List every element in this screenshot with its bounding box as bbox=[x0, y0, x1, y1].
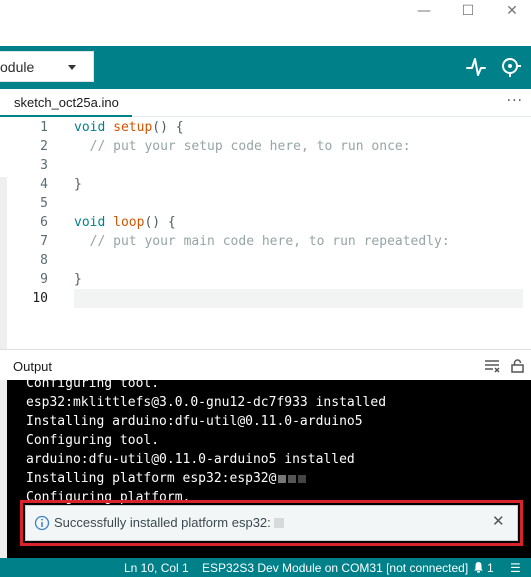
console-line: Configuring tool. bbox=[26, 380, 160, 391]
notification-message: Successfully installed platform esp32: bbox=[54, 515, 271, 530]
scroll-lock-icon[interactable] bbox=[510, 359, 526, 373]
redacted-text bbox=[274, 518, 284, 528]
notification-toast: Successfully installed platform esp32: ✕ bbox=[25, 505, 518, 541]
clear-output-icon[interactable] bbox=[484, 359, 500, 373]
line-number-gutter: 1 2 3 4 5 6 7 8 9 10 bbox=[0, 117, 72, 349]
serial-monitor-icon[interactable] bbox=[500, 56, 522, 78]
window-title-bar: — ☐ ✕ bbox=[0, 0, 531, 46]
line-number: 6 bbox=[40, 215, 48, 230]
board-status[interactable]: ESP32S3 Dev Module on COM31 [not connect… bbox=[202, 561, 468, 575]
board-selector-dropdown[interactable]: odule bbox=[0, 51, 94, 82]
maximize-button[interactable]: ☐ bbox=[448, 0, 488, 22]
minimize-button[interactable]: — bbox=[404, 0, 444, 22]
more-tabs-icon[interactable]: ··· bbox=[507, 93, 523, 109]
close-window-button[interactable]: ✕ bbox=[492, 0, 531, 22]
code-line: void loop() { bbox=[74, 215, 176, 230]
code-line: } bbox=[74, 272, 82, 287]
code-editor[interactable]: 1 2 3 4 5 6 7 8 9 10 void setup() { // p… bbox=[0, 117, 531, 349]
console-line: arduino:dfu-util@0.11.0-arduino5 install… bbox=[26, 452, 355, 467]
line-number: 4 bbox=[40, 177, 48, 192]
code-line: } bbox=[74, 177, 82, 192]
console-line: Installing platform esp32:esp32@ bbox=[26, 471, 307, 486]
close-notification-button[interactable]: ✕ bbox=[492, 512, 505, 530]
console-line: esp32:mklittlefs@3.0.0-gnu12-dc7f933 ins… bbox=[26, 395, 387, 410]
code-line: // put your main code here, to run repea… bbox=[89, 234, 450, 249]
console-line: Installing arduino:dfu-util@0.11.0-ardui… bbox=[26, 414, 363, 429]
editor-tab-bar: sketch_oct25a.ino ··· bbox=[0, 89, 531, 117]
output-title: Output bbox=[13, 359, 53, 374]
line-number: 5 bbox=[40, 196, 48, 211]
status-bar: Ln 10, Col 1 ESP32S3 Dev Module on COM31… bbox=[0, 558, 531, 577]
line-number: 10 bbox=[32, 291, 48, 306]
editor-scrollbar[interactable] bbox=[523, 117, 531, 349]
output-panel-header: Output bbox=[0, 349, 531, 380]
notification-bell-icon[interactable] bbox=[473, 561, 484, 573]
line-number: 7 bbox=[40, 234, 48, 249]
serial-plotter-icon[interactable] bbox=[465, 56, 487, 78]
console-line: Configuring tool. bbox=[26, 433, 160, 448]
code-line: void setup() { bbox=[74, 120, 184, 135]
line-number: 2 bbox=[40, 139, 48, 154]
line-number: 1 bbox=[40, 120, 48, 135]
notification-count: 1 bbox=[487, 561, 494, 575]
tab-sketch[interactable]: sketch_oct25a.ino bbox=[0, 89, 132, 117]
chevron-down-icon bbox=[68, 65, 76, 70]
current-line-highlight bbox=[74, 289, 524, 308]
sidebar-edge bbox=[0, 380, 7, 558]
cursor-position[interactable]: Ln 10, Col 1 bbox=[124, 561, 189, 575]
line-number: 9 bbox=[40, 272, 48, 287]
board-selector-label: odule bbox=[0, 59, 35, 75]
code-line: // put your setup code here, to run once… bbox=[89, 139, 411, 154]
line-number: 3 bbox=[40, 158, 48, 173]
toolbar: odule bbox=[0, 46, 531, 89]
menu-icon[interactable]: ☰ bbox=[510, 561, 521, 575]
line-number: 8 bbox=[40, 253, 48, 268]
info-icon bbox=[34, 515, 50, 531]
tab-label: sketch_oct25a.ino bbox=[14, 95, 119, 110]
